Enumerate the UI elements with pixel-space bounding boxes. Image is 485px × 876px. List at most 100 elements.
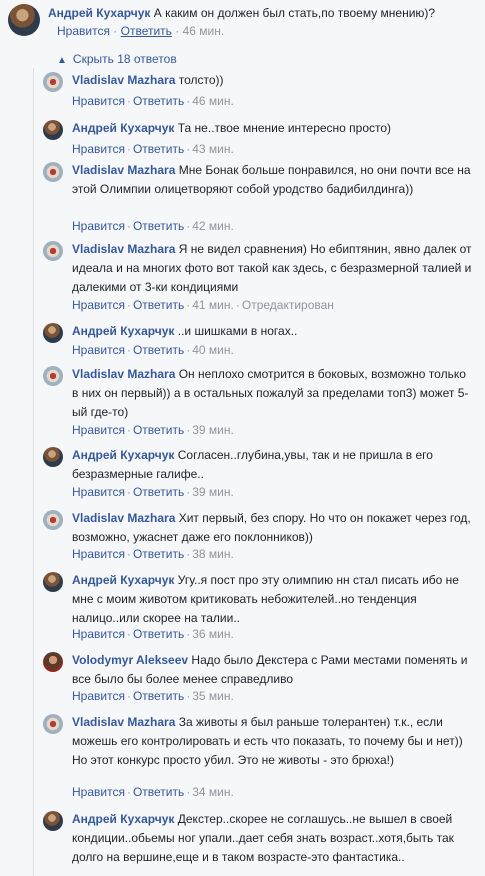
comment-time[interactable]: 39 мин. bbox=[192, 485, 234, 499]
separator: · bbox=[186, 298, 191, 312]
separator: · bbox=[186, 219, 191, 233]
comment-author[interactable]: Vladislav Mazhara bbox=[72, 511, 175, 525]
comment-author[interactable]: Vladislav Mazhara bbox=[72, 242, 175, 256]
comment-actions: Нравится · Ответить · 38 мин. bbox=[72, 546, 234, 562]
like-button[interactable]: Нравится bbox=[72, 94, 125, 108]
comment-text: ..и шишками в ногах.. bbox=[174, 324, 298, 338]
separator: · bbox=[186, 142, 191, 156]
comment-time[interactable]: 39 мин. bbox=[192, 423, 234, 437]
reply-button[interactable]: Ответить bbox=[133, 547, 184, 561]
avatar[interactable] bbox=[43, 72, 63, 92]
comment-text: толсто)) bbox=[175, 73, 224, 87]
thread-line bbox=[33, 68, 34, 876]
comment-author[interactable]: Vladislav Mazhara bbox=[72, 73, 175, 87]
like-button[interactable]: Нравится bbox=[72, 142, 125, 156]
reply-comment: Vladislav Mazhara Хит первый, без спору.… bbox=[72, 509, 472, 547]
separator: · bbox=[186, 423, 191, 437]
comment-time[interactable]: 36 мин. bbox=[192, 627, 234, 641]
reply-button[interactable]: Ответить bbox=[133, 142, 184, 156]
comment-actions: Нравится · Ответить · 35 мин. bbox=[72, 688, 234, 704]
avatar[interactable] bbox=[43, 510, 63, 530]
collapse-arrow-icon: ▲ bbox=[57, 55, 67, 66]
comment-author[interactable]: Vladislav Mazhara bbox=[72, 367, 175, 381]
reply-button[interactable]: Ответить bbox=[121, 24, 172, 38]
separator: · bbox=[126, 142, 131, 156]
reply-button[interactable]: Ответить bbox=[133, 219, 184, 233]
reply-button[interactable]: Ответить bbox=[133, 94, 184, 108]
comment-body: Андрей Кухарчук А каким он должен был ст… bbox=[48, 4, 478, 23]
avatar[interactable] bbox=[43, 162, 63, 182]
like-button[interactable]: Нравится bbox=[72, 785, 125, 799]
avatar[interactable] bbox=[43, 652, 63, 672]
comment-time[interactable]: 40 мин. bbox=[192, 343, 234, 357]
comment-time[interactable]: 43 мин. bbox=[192, 142, 234, 156]
reply-button[interactable]: Ответить bbox=[133, 343, 184, 357]
comment-time[interactable]: 38 мин. bbox=[192, 547, 234, 561]
reply-comment: Андрей Кухарчук Та не..твое мнение интер… bbox=[72, 119, 472, 138]
separator: · bbox=[113, 24, 118, 38]
like-button[interactable]: Нравится bbox=[72, 423, 125, 437]
like-button[interactable]: Нравится bbox=[72, 627, 125, 641]
avatar[interactable] bbox=[43, 323, 63, 343]
reply-comment: Андрей Кухарчук ..и шишками в ногах.. bbox=[72, 322, 472, 341]
comment-actions: Нравится · Ответить · 43 мин. bbox=[72, 141, 234, 157]
separator: · bbox=[186, 689, 191, 703]
comment-author[interactable]: Андрей Кухарчук bbox=[48, 6, 150, 20]
comment-time[interactable]: 41 мин. bbox=[192, 298, 234, 312]
comment-author[interactable]: Андрей Кухарчук bbox=[72, 573, 174, 587]
comment-time[interactable]: 35 мин. bbox=[192, 689, 234, 703]
separator: · bbox=[186, 627, 191, 641]
comment-author[interactable]: Андрей Кухарчук bbox=[72, 448, 174, 462]
separator: · bbox=[126, 298, 131, 312]
reply-button[interactable]: Ответить bbox=[133, 785, 184, 799]
reply-button[interactable]: Ответить bbox=[133, 485, 184, 499]
comment-actions: Нравится · Ответить · 34 мин. bbox=[72, 784, 234, 800]
like-button[interactable]: Нравится bbox=[72, 547, 125, 561]
comment-author[interactable]: Андрей Кухарчук bbox=[72, 812, 174, 826]
like-button[interactable]: Нравится bbox=[72, 689, 125, 703]
avatar[interactable] bbox=[8, 4, 40, 36]
like-button[interactable]: Нравится bbox=[57, 24, 110, 38]
comment-time[interactable]: 46 мин. bbox=[192, 94, 234, 108]
reply-comment: Андрей Кухарчук Согласен..глубина,увы, т… bbox=[72, 446, 472, 484]
comment-author[interactable]: Vladislav Mazhara bbox=[72, 715, 175, 729]
comment-actions: Нравится · Ответить · 39 мин. bbox=[72, 484, 234, 500]
comment-author[interactable]: Андрей Кухарчук bbox=[72, 324, 174, 338]
comment-actions: Нравится · Ответить · 46 мин. bbox=[57, 24, 224, 38]
like-button[interactable]: Нравится bbox=[72, 298, 125, 312]
separator: · bbox=[186, 485, 191, 499]
edited-label[interactable]: Отредактирован bbox=[242, 298, 334, 312]
reply-comment: Vladislav Mazhara Мне Бонак больше понра… bbox=[72, 161, 472, 199]
like-button[interactable]: Нравится bbox=[72, 485, 125, 499]
avatar[interactable] bbox=[43, 811, 63, 831]
avatar[interactable] bbox=[43, 241, 63, 261]
avatar[interactable] bbox=[43, 572, 63, 592]
comment-time[interactable]: 42 мин. bbox=[192, 219, 234, 233]
comment-text: А каким он должен был стать,по твоему мн… bbox=[153, 6, 436, 20]
separator: · bbox=[126, 423, 131, 437]
separator: · bbox=[186, 547, 191, 561]
reply-button[interactable]: Ответить bbox=[133, 298, 184, 312]
separator: · bbox=[126, 627, 131, 641]
reply-comment: Андрей Кухарчук Угу..я пост про эту олим… bbox=[72, 571, 472, 628]
separator: · bbox=[126, 485, 131, 499]
separator: · bbox=[235, 298, 240, 312]
comment-author[interactable]: Volodymyr Alekseev bbox=[72, 653, 188, 667]
comment-author[interactable]: Андрей Кухарчук bbox=[72, 121, 174, 135]
avatar[interactable] bbox=[43, 120, 63, 140]
like-button[interactable]: Нравится bbox=[72, 343, 125, 357]
reply-button[interactable]: Ответить bbox=[133, 423, 184, 437]
avatar[interactable] bbox=[43, 366, 63, 386]
comment-actions: Нравится · Ответить · 42 мин. bbox=[72, 218, 234, 234]
comment-time[interactable]: 46 мин. bbox=[183, 24, 225, 38]
separator: · bbox=[126, 689, 131, 703]
reply-button[interactable]: Ответить bbox=[133, 627, 184, 641]
avatar[interactable] bbox=[43, 714, 63, 734]
comment-author[interactable]: Vladislav Mazhara bbox=[72, 163, 175, 177]
avatar[interactable] bbox=[43, 447, 63, 467]
like-button[interactable]: Нравится bbox=[72, 219, 125, 233]
comment-time[interactable]: 34 мин. bbox=[192, 785, 234, 799]
reply-button[interactable]: Ответить bbox=[133, 689, 184, 703]
comment-actions: Нравится · Ответить · 40 мин. bbox=[72, 342, 234, 358]
hide-replies-button[interactable]: ▲ Скрыть 18 ответов bbox=[57, 52, 177, 66]
